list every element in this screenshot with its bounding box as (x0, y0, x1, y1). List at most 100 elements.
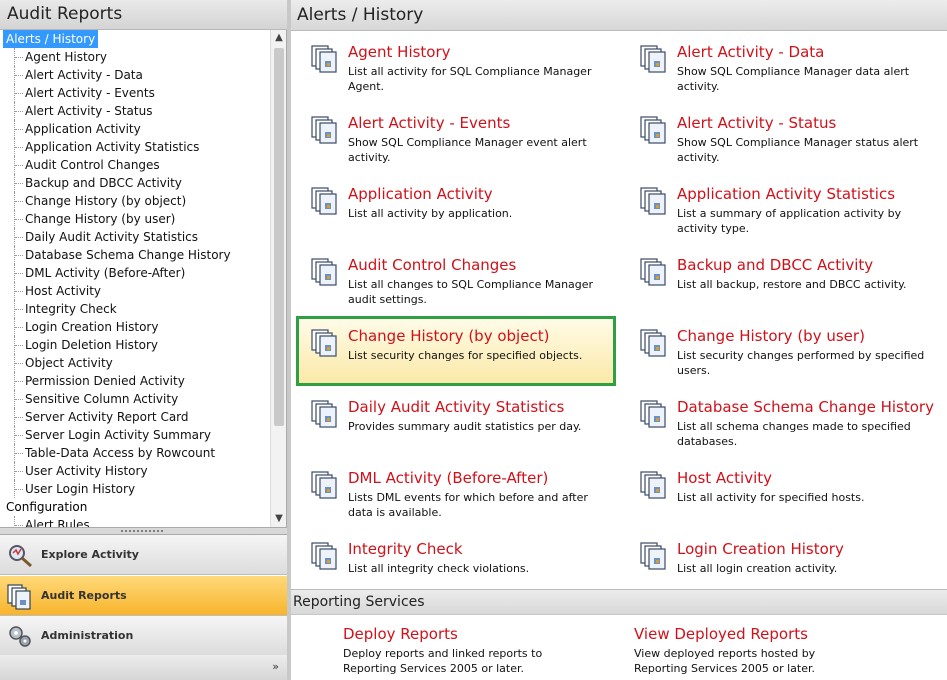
tree-item[interactable]: Server Activity Report Card (0, 408, 270, 426)
report-title-link[interactable]: Audit Control Changes (348, 256, 516, 274)
tree-item[interactable]: Login Creation History (0, 318, 270, 336)
tree-item[interactable]: Audit Control Changes (0, 156, 270, 174)
report-item[interactable]: Alert Activity - Events Show SQL Complian… (296, 103, 616, 173)
report-title-link[interactable]: Application Activity Statistics (677, 185, 895, 203)
tree-item[interactable]: User Login History (0, 480, 270, 498)
report-title-link[interactable]: DML Activity (Before-After) (348, 469, 548, 487)
tree-item[interactable]: Alert Rules (0, 516, 270, 527)
tree-item[interactable]: Daily Audit Activity Statistics (0, 228, 270, 246)
tree-item[interactable]: Agent History (0, 48, 270, 66)
report-item[interactable]: Agent History List all activity for SQL C… (296, 32, 616, 102)
report-item[interactable]: Application Activity Statistics List a su… (625, 174, 945, 244)
nav-label: Administration (41, 629, 134, 642)
main-panel: Alerts / History Agent History List all a… (287, 0, 947, 680)
report-icon (310, 328, 340, 360)
report-title-link[interactable]: Change History (by user) (677, 327, 865, 345)
report-description: Lists DML events for which before and af… (348, 491, 588, 519)
deploy-reports-item[interactable]: Deploy Reports Deploy reports and linked… (343, 625, 633, 680)
view-deployed-reports-link[interactable]: View Deployed Reports (634, 625, 808, 643)
pane-splitter[interactable] (0, 527, 287, 535)
tree-item[interactable]: Sensitive Column Activity (0, 390, 270, 408)
report-title-link[interactable]: Alert Activity - Events (348, 114, 510, 132)
scroll-up-icon[interactable]: ▲ (271, 30, 287, 46)
report-title-link[interactable]: Agent History (348, 43, 451, 61)
nav-audit-reports[interactable]: Audit Reports (0, 576, 287, 616)
report-item[interactable]: Alert Activity - Status Show SQL Complian… (625, 103, 945, 173)
report-item[interactable]: Database Schema Change History List all s… (625, 387, 945, 457)
scroll-down-icon[interactable]: ▼ (271, 511, 287, 527)
report-title-link[interactable]: Daily Audit Activity Statistics (348, 398, 564, 416)
tree-root-configuration[interactable]: Configuration (0, 498, 270, 516)
tree-item[interactable]: Permission Denied Activity (0, 372, 270, 390)
report-description: List all backup, restore and DBCC activi… (677, 278, 907, 291)
report-item[interactable]: Change History (by object) List security … (296, 316, 616, 386)
report-description: List security changes performed by speci… (677, 349, 925, 377)
report-icon (310, 399, 340, 431)
report-description: List all schema changes made to specifie… (677, 420, 911, 448)
report-item[interactable]: Host Activity List all activity for speci… (625, 458, 945, 528)
tree-item[interactable]: User Activity History (0, 462, 270, 480)
report-icon (639, 541, 669, 573)
tree-item[interactable]: Object Activity (0, 354, 270, 372)
tree-item[interactable]: Server Login Activity Summary (0, 426, 270, 444)
left-panel-title: Audit Reports (7, 4, 123, 24)
tree-item[interactable]: Host Activity (0, 282, 270, 300)
tree-item[interactable]: Login Deletion History (0, 336, 270, 354)
tree-item[interactable]: Application Activity (0, 120, 270, 138)
report-description: Show SQL Compliance Manager event alert … (348, 136, 587, 164)
report-item[interactable]: Audit Control Changes List all changes to… (296, 245, 616, 315)
report-title-link[interactable]: Alert Activity - Data (677, 43, 824, 61)
report-item[interactable]: Daily Audit Activity Statistics Provides … (296, 387, 616, 457)
report-title-link[interactable]: Host Activity (677, 469, 772, 487)
scroll-thumb[interactable] (274, 48, 284, 426)
tree-item[interactable]: Table-Data Access by Rowcount (0, 444, 270, 462)
tree-scrollbar[interactable]: ▲ ▼ (270, 30, 286, 527)
report-description: List all changes to SQL Compliance Manag… (348, 278, 594, 306)
tree-item[interactable]: Integrity Check (0, 300, 270, 318)
tree-item[interactable]: Backup and DBCC Activity (0, 174, 270, 192)
report-item[interactable]: Backup and DBCC Activity List all backup,… (625, 245, 945, 315)
nav-administration[interactable]: Administration (0, 616, 287, 656)
report-tree: Alerts / History Agent History Alert Acti… (0, 30, 287, 527)
tree-item[interactable]: Database Schema Change History (0, 246, 270, 264)
report-icon (639, 186, 669, 218)
page-title: Alerts / History (297, 5, 424, 25)
tree-item[interactable]: Alert Activity - Events (0, 84, 270, 102)
tree-item[interactable]: Application Activity Statistics (0, 138, 270, 156)
expand-chevron-icon[interactable]: » (272, 660, 279, 673)
view-deployed-reports-item[interactable]: View Deployed Reports View deployed repo… (634, 625, 924, 680)
tree-item[interactable]: DML Activity (Before-After) (0, 264, 270, 282)
splitter-grip-icon (120, 529, 164, 533)
tree-item[interactable]: Change History (by object) (0, 192, 270, 210)
report-title-link[interactable]: Application Activity (348, 185, 493, 203)
tree-item[interactable]: Alert Activity - Data (0, 66, 270, 84)
nav-label: Audit Reports (41, 589, 127, 602)
tree-item[interactable]: Change History (by user) (0, 210, 270, 228)
explore-activity-icon (9, 545, 32, 568)
nav-explore-activity[interactable]: Explore Activity (0, 535, 287, 575)
tree-item[interactable]: Alert Activity - Status (0, 102, 270, 120)
report-item[interactable]: Alert Activity - Data Show SQL Compliance… (625, 32, 945, 102)
report-icon (310, 541, 340, 573)
report-title-link[interactable]: Login Creation History (677, 540, 844, 558)
report-title-link[interactable]: Database Schema Change History (677, 398, 934, 416)
report-title-link[interactable]: Alert Activity - Status (677, 114, 836, 132)
report-description: Show SQL Compliance Manager status alert… (677, 136, 919, 164)
report-title-link[interactable]: Backup and DBCC Activity (677, 256, 873, 274)
deploy-reports-link[interactable]: Deploy Reports (343, 625, 458, 643)
report-item[interactable]: Application Activity List all activity by… (296, 174, 616, 244)
report-icon (639, 328, 669, 360)
deploy-reports-desc: Deploy reports and linked reports to Rep… (343, 647, 543, 675)
report-item[interactable]: Change History (by user) List security ch… (625, 316, 945, 386)
reporting-services-header: Reporting Services (291, 589, 947, 615)
report-icon (639, 115, 669, 147)
report-description: List all integrity check violations. (348, 562, 530, 575)
report-title-link[interactable]: Change History (by object) (348, 327, 549, 345)
tree-root-alerts-history[interactable]: Alerts / History (3, 30, 99, 48)
report-icon (310, 115, 340, 147)
report-title-link[interactable]: Integrity Check (348, 540, 463, 558)
report-item[interactable]: DML Activity (Before-After) Lists DML eve… (296, 458, 616, 528)
report-icon (310, 470, 340, 502)
report-description: List security changes for specified obje… (348, 349, 583, 362)
nav-footer: » (0, 655, 287, 680)
